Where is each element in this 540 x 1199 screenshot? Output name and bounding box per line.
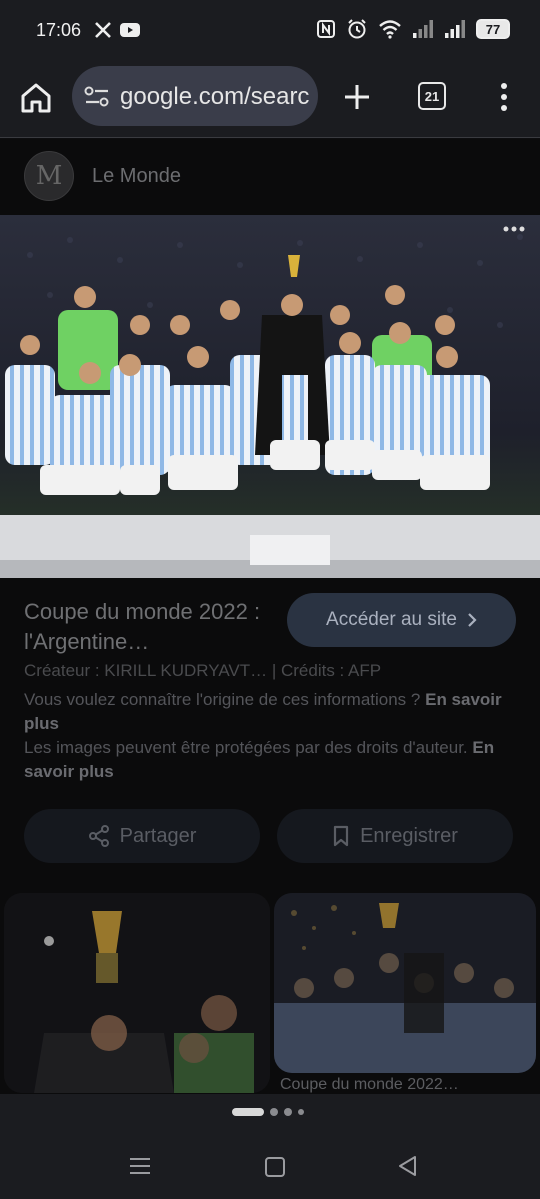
youtube-icon xyxy=(120,23,140,37)
home-nav-icon[interactable] xyxy=(264,1156,286,1178)
info-text: Vous voulez connaître l'origine de ces i… xyxy=(24,690,502,781)
signal-icon xyxy=(445,20,465,38)
chevron-right-icon xyxy=(468,613,477,627)
result-title[interactable]: Coupe du monde 2022 : l'Argentine… xyxy=(24,597,274,657)
more-horiz-icon[interactable] xyxy=(502,225,526,233)
site-settings-icon[interactable] xyxy=(84,86,110,108)
share-icon xyxy=(88,825,109,847)
x-icon xyxy=(95,22,111,38)
related-image[interactable] xyxy=(274,893,536,1073)
system-navigation xyxy=(0,1094,540,1199)
bookmark-icon xyxy=(333,825,349,847)
source-name: Le Monde xyxy=(92,164,181,187)
page-dot xyxy=(232,1108,264,1116)
page-indicator xyxy=(232,1108,304,1116)
source-row[interactable]: M Le Monde xyxy=(24,151,181,201)
back-icon[interactable] xyxy=(396,1154,418,1178)
signal-icon xyxy=(413,20,433,38)
image-credits: Créateur : KIRILL KUDRYAVT… | Crédits : … xyxy=(24,661,382,680)
browser-toolbar: google.com/search 21 xyxy=(0,62,540,138)
home-icon[interactable] xyxy=(18,80,54,116)
share-button[interactable]: Partager xyxy=(24,809,260,863)
visit-site-button[interactable]: Accéder au site xyxy=(287,593,516,647)
more-vert-icon[interactable] xyxy=(494,80,514,114)
hero-image[interactable] xyxy=(0,215,540,578)
address-bar[interactable]: google.com/search xyxy=(72,66,318,126)
alarm-icon xyxy=(348,19,366,39)
wifi-icon xyxy=(379,20,401,39)
status-bar: 17:06 77 xyxy=(0,0,540,62)
nfc-icon xyxy=(317,20,335,38)
battery-icon: 77 xyxy=(476,19,510,39)
visit-site-label: Accéder au site xyxy=(326,609,457,630)
recents-icon[interactable] xyxy=(128,1156,152,1176)
page-dot xyxy=(270,1108,278,1116)
save-label: Enregistrer xyxy=(360,824,458,847)
save-button[interactable]: Enregistrer xyxy=(277,809,513,863)
page-dot xyxy=(298,1109,304,1115)
share-label: Partager xyxy=(119,824,197,847)
related-image[interactable] xyxy=(4,893,270,1093)
image-viewer: M Le Monde Coupe du monde 2022: l'Argen… xyxy=(0,139,540,1094)
source-logo: M xyxy=(24,151,74,201)
tab-switcher-button[interactable]: 21 xyxy=(418,82,446,110)
url-text[interactable]: google.com/search xyxy=(120,83,310,111)
related-image-caption[interactable]: Coupe du monde 2022… xyxy=(280,1076,459,1094)
status-time: 17:06 xyxy=(36,20,82,40)
page-dot xyxy=(284,1108,292,1116)
plus-icon[interactable] xyxy=(340,80,374,114)
